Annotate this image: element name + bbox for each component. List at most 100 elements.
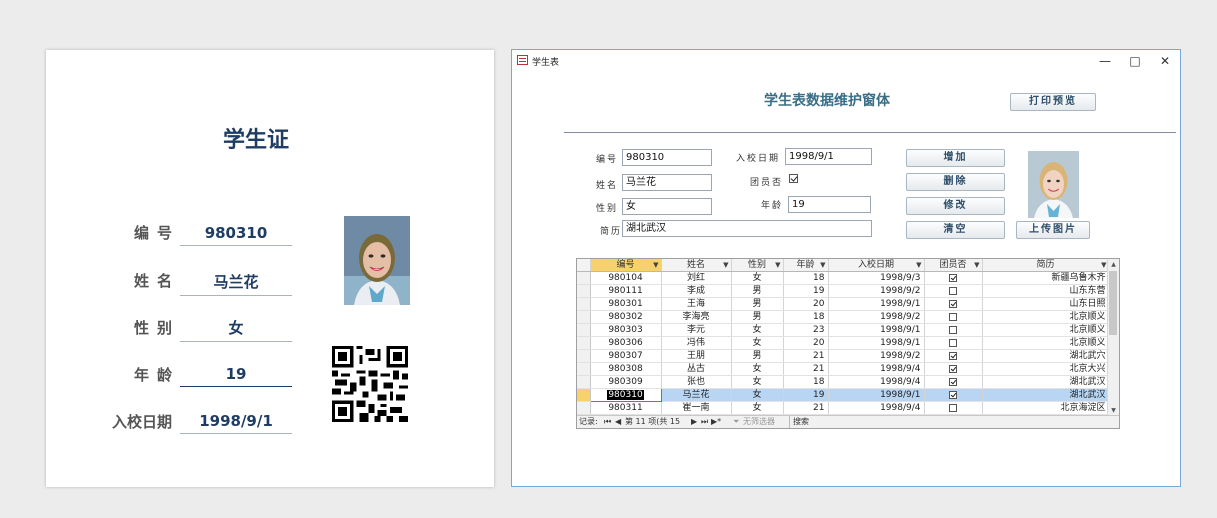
- cell-resume[interactable]: 北京顺义: [982, 336, 1110, 350]
- modify-button[interactable]: 修改: [906, 197, 1005, 215]
- cell-gender[interactable]: 女: [731, 401, 784, 415]
- cell-member[interactable]: [924, 310, 983, 324]
- filter-status[interactable]: 无筛选器: [743, 416, 775, 428]
- chevron-down-icon[interactable]: ▼: [974, 259, 979, 271]
- cell-name[interactable]: 刘红: [661, 271, 732, 285]
- cell-age[interactable]: 21: [783, 362, 829, 376]
- cell-name[interactable]: 马兰花: [661, 388, 732, 402]
- record-position[interactable]: 第 11 项(共 15: [625, 416, 680, 428]
- column-header-age[interactable]: 年龄 ▼: [783, 259, 829, 272]
- cell-id[interactable]: 980308: [590, 362, 662, 376]
- cell-id[interactable]: 980307: [590, 349, 662, 363]
- table-row[interactable]: 980104 刘红女 18 1998/9/3 新疆乌鲁木齐: [577, 271, 1110, 285]
- member-checkbox[interactable]: [949, 338, 957, 347]
- cell-gender[interactable]: 女: [731, 388, 784, 402]
- cell-member[interactable]: [924, 336, 983, 350]
- table-row[interactable]: 980310 马兰花女 19 1998/9/1 湖北武汉: [577, 388, 1110, 402]
- cell-age[interactable]: 19: [783, 284, 829, 298]
- minimize-icon[interactable]: —: [1094, 53, 1116, 69]
- cell-id[interactable]: 980303: [590, 323, 662, 337]
- cell-age[interactable]: 21: [783, 401, 829, 415]
- table-row[interactable]: 980302 李海亮男 18 1998/9/2 北京顺义: [577, 310, 1110, 324]
- table-row[interactable]: 980311 崔一南女 21 1998/9/4 北京海淀区: [577, 401, 1110, 415]
- chevron-down-icon[interactable]: ▼: [723, 259, 728, 271]
- cell-name[interactable]: 王海: [661, 297, 732, 311]
- cell-name[interactable]: 李成: [661, 284, 732, 298]
- table-row[interactable]: 980308 丛古女 21 1998/9/4 北京大兴: [577, 362, 1110, 376]
- column-header-member[interactable]: 团员否 ▼: [924, 259, 983, 272]
- cell-id[interactable]: 980309: [590, 375, 662, 389]
- row-selector[interactable]: [577, 349, 591, 363]
- chevron-down-icon[interactable]: ▼: [1101, 259, 1106, 271]
- vertical-scrollbar[interactable]: ▲ ▼: [1107, 259, 1119, 416]
- scroll-thumb[interactable]: [1109, 271, 1117, 335]
- last-record-icon[interactable]: ⏭: [701, 416, 708, 428]
- row-selector[interactable]: [577, 362, 591, 376]
- cell-resume[interactable]: 新疆乌鲁木齐: [982, 271, 1110, 285]
- row-selector[interactable]: [577, 375, 591, 389]
- cell-resume[interactable]: 北京顺义: [982, 323, 1110, 337]
- cell-resume[interactable]: 北京大兴: [982, 362, 1110, 376]
- cell-id[interactable]: 980311: [590, 401, 662, 415]
- member-checkbox[interactable]: [949, 351, 957, 360]
- cell-member[interactable]: [924, 375, 983, 389]
- cell-gender[interactable]: 女: [731, 375, 784, 389]
- chevron-down-icon[interactable]: ▼: [916, 259, 921, 271]
- delete-button[interactable]: 删除: [906, 173, 1005, 191]
- chevron-down-icon[interactable]: ▼: [653, 259, 658, 271]
- name-input[interactable]: 马兰花: [622, 174, 712, 191]
- new-record-icon[interactable]: ▶*: [711, 416, 721, 428]
- cell-gender[interactable]: 女: [731, 362, 784, 376]
- cell-age[interactable]: 18: [783, 271, 829, 285]
- member-checkbox[interactable]: [949, 390, 957, 399]
- close-icon[interactable]: ✕: [1154, 53, 1176, 69]
- table-row[interactable]: 980306 冯伟女 20 1998/9/1 北京顺义: [577, 336, 1110, 350]
- cell-gender[interactable]: 男: [731, 284, 784, 298]
- cell-id[interactable]: 980302: [590, 310, 662, 324]
- member-checkbox[interactable]: [949, 273, 957, 282]
- table-row[interactable]: 980307 王朋男 21 1998/9/2 湖北武穴: [577, 349, 1110, 363]
- cell-member[interactable]: [924, 349, 983, 363]
- cell-member[interactable]: [924, 362, 983, 376]
- cell-resume[interactable]: 湖北武汉: [982, 388, 1110, 402]
- cell-age[interactable]: 20: [783, 297, 829, 311]
- row-selector[interactable]: [577, 323, 591, 337]
- row-selector[interactable]: [577, 297, 591, 311]
- cell-member[interactable]: [924, 323, 983, 337]
- cell-name[interactable]: 崔一南: [661, 401, 732, 415]
- cell-date[interactable]: 1998/9/2: [828, 310, 925, 324]
- cell-id[interactable]: 980301: [590, 297, 662, 311]
- search-box[interactable]: 搜索: [789, 416, 809, 428]
- row-selector[interactable]: [577, 271, 591, 285]
- cell-id[interactable]: 980104: [590, 271, 662, 285]
- filter-icon[interactable]: ⏷: [733, 416, 739, 428]
- column-header-gender[interactable]: 性别 ▼: [731, 259, 784, 272]
- column-header-name[interactable]: 姓名 ▼: [661, 259, 732, 272]
- cell-date[interactable]: 1998/9/4: [828, 375, 925, 389]
- cell-name[interactable]: 冯伟: [661, 336, 732, 350]
- cell-name[interactable]: 王朋: [661, 349, 732, 363]
- cell-date[interactable]: 1998/9/2: [828, 349, 925, 363]
- cell-resume[interactable]: 湖北武穴: [982, 349, 1110, 363]
- cell-age[interactable]: 18: [783, 375, 829, 389]
- id-input[interactable]: 980310: [622, 149, 712, 166]
- cell-resume[interactable]: 北京顺义: [982, 310, 1110, 324]
- member-checkbox[interactable]: [949, 403, 957, 412]
- cell-member[interactable]: [924, 284, 983, 298]
- row-selector[interactable]: [577, 310, 591, 324]
- cell-date[interactable]: 1998/9/1: [828, 336, 925, 350]
- cell-date[interactable]: 1998/9/4: [828, 362, 925, 376]
- column-header-id[interactable]: 编号 ▼: [590, 259, 662, 272]
- cell-member[interactable]: [924, 388, 983, 402]
- table-row[interactable]: 980309 张也女 18 1998/9/4 湖北武汉: [577, 375, 1110, 389]
- member-checkbox[interactable]: [949, 286, 957, 295]
- next-record-icon[interactable]: ▶: [691, 416, 697, 428]
- date-input[interactable]: 1998/9/1: [785, 148, 872, 165]
- add-button[interactable]: 增加: [906, 149, 1005, 167]
- cell-gender[interactable]: 男: [731, 349, 784, 363]
- cell-gender[interactable]: 女: [731, 336, 784, 350]
- cell-resume[interactable]: 湖北武汉: [982, 375, 1110, 389]
- gender-input[interactable]: 女: [622, 198, 712, 215]
- row-selector[interactable]: [577, 388, 591, 402]
- cell-age[interactable]: 18: [783, 310, 829, 324]
